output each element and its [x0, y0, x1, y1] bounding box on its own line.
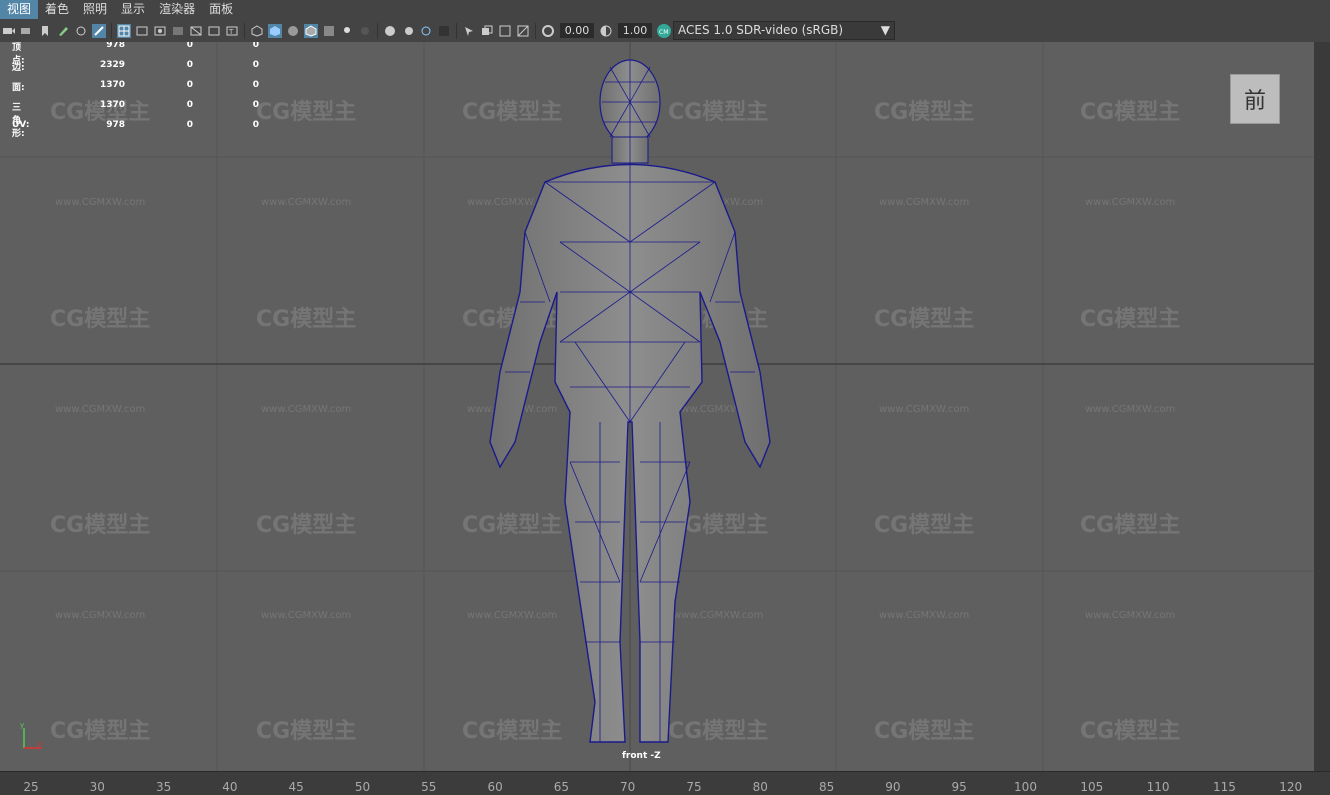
hud-label: UV: [12, 120, 30, 130]
ruler-tick: 70 [620, 780, 636, 794]
hud-v3: 0 [252, 60, 259, 70]
ruler-tick: 65 [553, 780, 570, 794]
gamma-icon[interactable] [599, 24, 613, 38]
hud-v2: 0 [186, 60, 193, 70]
anti-alias-icon[interactable] [419, 24, 433, 38]
xray-icon[interactable] [480, 24, 494, 38]
wireframe-icon[interactable] [250, 24, 264, 38]
viewport-menubar: 视图 着色 照明 显示 渲染器 面板 [0, 0, 1330, 19]
ruler-tick: 120 [1279, 780, 1303, 794]
toolbar-separator [244, 22, 245, 39]
ruler-tick: 25 [23, 780, 39, 794]
svg-text:CM: CM [659, 29, 668, 36]
camera-label: front -Z [622, 751, 661, 761]
resolution-gate-icon[interactable] [153, 24, 167, 38]
hud-v2: 0 [186, 42, 193, 50]
ruler-tick: 85 [818, 780, 835, 794]
isolate-select-icon[interactable] [462, 24, 476, 38]
hud-v2: 0 [186, 100, 193, 110]
smooth-shade-icon[interactable] [268, 23, 282, 38]
ruler-tick: 50 [354, 780, 371, 794]
ruler-tick: 115 [1212, 780, 1236, 794]
color-management-icon[interactable]: CM [657, 23, 671, 38]
ruler-tick: 30 [89, 780, 105, 794]
hud-v1: 978 [106, 120, 125, 130]
svg-text:z: z [38, 740, 42, 748]
hud-v3: 0 [252, 100, 259, 110]
ruler-tick: 90 [885, 780, 901, 794]
menu-item-2[interactable]: 照明 [76, 0, 114, 19]
menu-item-5[interactable]: 面板 [202, 0, 240, 19]
safe-title-icon[interactable]: T [225, 24, 239, 38]
viewport-front[interactable]: CG模型主 www.CGMXW.com CG模型主 www.CGMXW.com CG模型… [0, 42, 1314, 771]
ruler-tick: 35 [155, 780, 172, 794]
human-mesh[interactable] [0, 42, 1314, 771]
bookmark-icon[interactable] [38, 24, 52, 38]
shadows-icon[interactable] [358, 24, 372, 38]
xray-joints-icon[interactable] [498, 24, 512, 38]
field-chart-icon[interactable] [189, 24, 203, 38]
hud-v2: 0 [186, 80, 193, 90]
axis-gizmo: y z [20, 721, 42, 749]
hud-v2: 0 [186, 120, 193, 130]
svg-text:y: y [20, 721, 24, 729]
ruler-tick: 95 [951, 780, 967, 794]
camera-pan-icon[interactable] [74, 24, 88, 38]
grid-icon[interactable] [117, 23, 131, 38]
svg-text:T: T [228, 28, 234, 36]
hud-v1: 1370 [99, 100, 125, 110]
ruler-tick: 80 [752, 780, 768, 794]
ruler-tick: 45 [288, 780, 304, 794]
exposure-field[interactable]: 0.00 [560, 23, 594, 38]
gate-mask-icon[interactable] [171, 24, 185, 38]
view-cube[interactable]: 前 [1230, 74, 1280, 124]
toolbar-separator [456, 22, 457, 39]
lights-icon[interactable] [340, 24, 354, 38]
pencil-icon[interactable] [92, 23, 106, 38]
menu-item-0[interactable]: 视图 [0, 0, 39, 19]
motion-blur-icon[interactable] [401, 24, 415, 38]
ruler-tick: 110 [1146, 780, 1170, 794]
wireframe-on-shaded-icon[interactable] [304, 23, 318, 38]
hud-v3: 0 [252, 80, 259, 90]
textured-icon[interactable] [322, 24, 336, 38]
viewport-scrollbar[interactable] [1314, 42, 1330, 771]
film-gate-icon[interactable] [135, 24, 149, 38]
menu-item-1[interactable]: 着色 [38, 0, 76, 19]
hud-v3: 0 [252, 120, 259, 130]
toolbar-separator [377, 22, 378, 39]
ruler-tick: 40 [222, 780, 238, 794]
ruler-tick: 105 [1080, 780, 1104, 794]
grease-pencil-icon[interactable] [56, 24, 70, 38]
ruler-tick: 55 [421, 780, 437, 794]
menu-item-4[interactable]: 渲染器 [152, 0, 202, 19]
time-ruler[interactable]: 25 30 35 40 45 50 55 60 65 70 75 80 85 90 95 100 105 110 1… [0, 771, 1330, 795]
depth-of-field-icon[interactable] [437, 24, 451, 38]
hud-label: 面: [12, 83, 25, 93]
hud-label: 边: [12, 63, 25, 73]
safe-action-icon[interactable] [207, 24, 221, 38]
chevron-down-icon: ▼ [880, 23, 890, 37]
exposure-icon[interactable] [541, 24, 555, 38]
colorspace-dropdown[interactable]: ACES 1.0 SDR-video (sRGB) ▼ [673, 21, 895, 40]
gamma-field[interactable]: 1.00 [618, 23, 652, 38]
mesh-wireframe [505, 60, 755, 742]
backface-icon[interactable] [516, 24, 530, 38]
ruler-tick: 100 [1014, 780, 1037, 794]
hud-v1: 2329 [99, 60, 125, 70]
default-material-icon[interactable] [286, 24, 300, 38]
screen-space-ao-icon[interactable] [383, 24, 397, 38]
ruler-tick: 60 [487, 780, 503, 794]
menu-item-3[interactable]: 显示 [114, 0, 152, 19]
toolbar-separator [111, 22, 112, 39]
camera-icon[interactable] [2, 24, 16, 38]
toolbar-separator [535, 22, 536, 39]
ruler-tick: 75 [686, 780, 702, 794]
viewport-toolbar: T 0.00 1.00 CM ACES 1.0 SDR-video (sRGB)… [0, 19, 1330, 42]
camera-attr-icon[interactable] [20, 24, 34, 38]
hud-v1: 978 [106, 42, 125, 50]
hud-v3: 0 [252, 42, 259, 50]
hud-v1: 1370 [99, 80, 125, 90]
colorspace-value: ACES 1.0 SDR-video (sRGB) [678, 23, 844, 37]
